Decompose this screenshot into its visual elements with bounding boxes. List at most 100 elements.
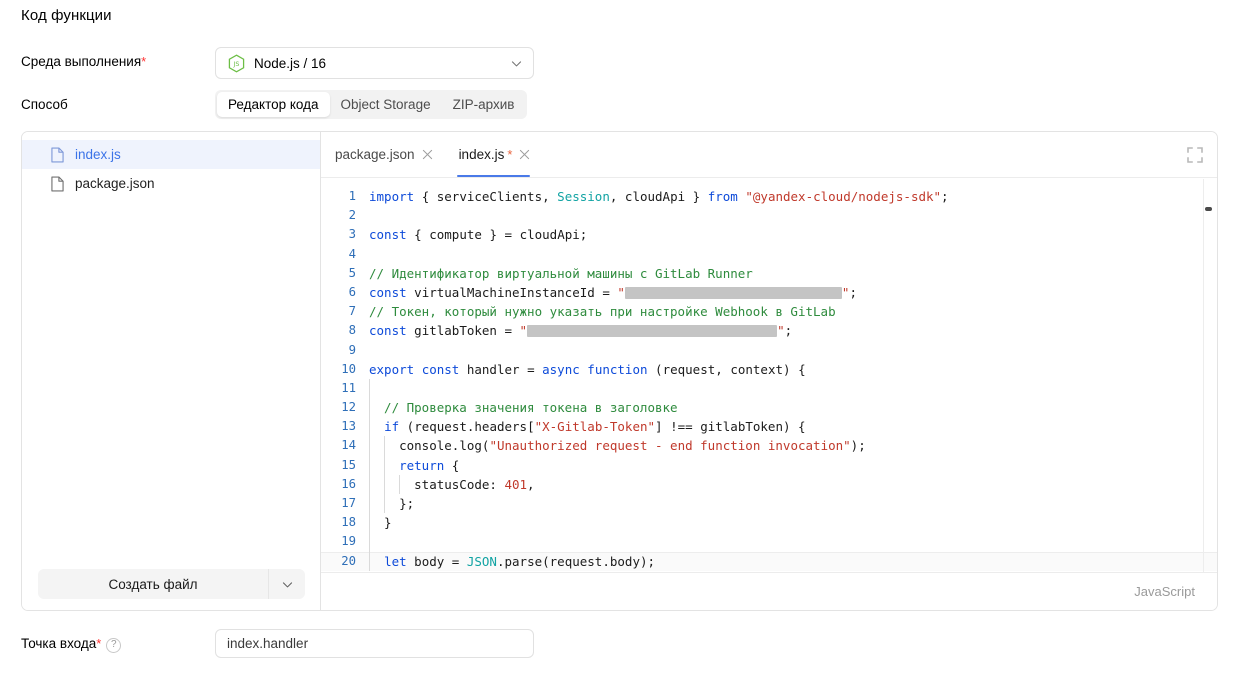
method-label: Способ — [21, 97, 68, 112]
required-marker: * — [96, 636, 101, 651]
code-line: 11 — [321, 379, 1217, 398]
code-token: = — [595, 285, 618, 300]
line-number: 15 — [321, 456, 369, 475]
code-line-content: export const handler = async function (r… — [369, 360, 1217, 379]
code-text-area[interactable]: 1import { serviceClients, Session, cloud… — [321, 178, 1217, 572]
code-token: Session — [557, 189, 610, 204]
code-line: 3const { compute } = cloudApi; — [321, 225, 1217, 244]
line-number: 11 — [321, 379, 369, 398]
code-token: = — [497, 227, 520, 242]
code-token: " — [520, 323, 528, 338]
vertical-scrollbar[interactable] — [1204, 179, 1213, 572]
code-token: = — [444, 554, 467, 569]
line-number: 1 — [321, 187, 369, 206]
code-line-content — [369, 532, 1217, 551]
indent-guide — [369, 417, 370, 436]
line-number: 12 — [321, 398, 369, 417]
code-token: request — [663, 362, 716, 377]
code-token: const — [369, 323, 407, 338]
code-token: let — [384, 554, 407, 569]
nodejs-logo-icon: JS — [228, 54, 245, 73]
file-item-index-js[interactable]: index.js — [22, 140, 320, 169]
code-token: export — [369, 362, 414, 377]
line-number: 5 — [321, 264, 369, 283]
code-token: body — [414, 554, 444, 569]
tab-package-json[interactable]: package.json — [321, 132, 445, 177]
line-number: 7 — [321, 302, 369, 321]
runtime-label: Среда выполнения* — [21, 54, 146, 69]
code-token: import — [369, 189, 414, 204]
entry-point-label: Точка входа*? — [21, 636, 121, 653]
file-item-package-json[interactable]: package.json — [22, 169, 320, 198]
indent-guide — [369, 456, 370, 475]
expand-fullscreen-icon[interactable] — [1187, 147, 1203, 163]
code-token — [369, 419, 384, 434]
line-number: 10 — [321, 360, 369, 379]
indent-guide — [369, 552, 370, 571]
code-line: 16 statusCode: 401, — [321, 475, 1217, 494]
scrollbar-thumb[interactable] — [1205, 207, 1212, 211]
code-token: console — [399, 438, 452, 453]
indent-guide — [369, 513, 370, 532]
line-number: 14 — [321, 436, 369, 455]
code-line-content: return { — [369, 456, 1217, 475]
code-token: } — [489, 227, 497, 242]
code-line-content: const virtualMachineInstanceId = ""; — [369, 283, 1217, 302]
code-token: handler — [467, 362, 520, 377]
method-option-zip-archive[interactable]: ZIP-архив — [442, 92, 526, 117]
method-option-object-storage[interactable]: Object Storage — [330, 92, 442, 117]
close-icon[interactable] — [422, 149, 433, 160]
line-number: 3 — [321, 225, 369, 244]
code-token: request — [550, 554, 603, 569]
method-option-code-editor[interactable]: Редактор кода — [217, 92, 330, 117]
code-token: virtualMachineInstanceId — [414, 285, 595, 300]
code-token: compute — [429, 227, 482, 242]
entry-point-input[interactable]: index.handler — [215, 629, 534, 658]
code-line-content: const { compute } = cloudApi; — [369, 225, 1217, 244]
tab-label: package.json — [335, 147, 415, 162]
code-token: return — [399, 458, 444, 473]
runtime-select[interactable]: JS Node.js / 16 — [215, 47, 534, 79]
code-token: // Токен, который нужно указать при наст… — [369, 304, 836, 319]
tab-index-js[interactable]: index.js * — [445, 132, 543, 177]
method-segmented-control: Редактор кода Object Storage ZIP-архив — [215, 90, 527, 119]
indent-guide — [384, 494, 385, 513]
code-token: { — [452, 458, 460, 473]
create-file-dropdown-button[interactable] — [268, 569, 305, 599]
code-line: 9 — [321, 341, 1217, 360]
file-item-label: index.js — [75, 147, 121, 162]
code-line-content: }; — [369, 494, 1217, 513]
line-number: 4 — [321, 245, 369, 264]
code-token: statusCode: — [369, 477, 504, 492]
create-file-button[interactable]: Создать файл — [38, 569, 268, 599]
tab-modified-indicator: * — [507, 147, 512, 162]
question-mark-icon[interactable]: ? — [106, 638, 121, 653]
code-line: 7// Токен, который нужно указать при нас… — [321, 302, 1217, 321]
line-number: 13 — [321, 417, 369, 436]
code-token — [369, 554, 384, 569]
create-file-split-button: Создать файл — [38, 569, 305, 599]
runtime-value: Node.js / 16 — [254, 56, 510, 71]
code-token — [414, 189, 422, 204]
code-line: 14 console.log("Unauthorized request - e… — [321, 436, 1217, 455]
code-line: 15 return { — [321, 456, 1217, 475]
redacted-value — [625, 287, 842, 299]
code-token: ) — [783, 362, 798, 377]
code-token: gitlabToken — [414, 323, 497, 338]
indent-guide — [384, 475, 385, 494]
code-line: 10export const handler = async function … — [321, 360, 1217, 379]
code-token: cloudApi — [625, 189, 685, 204]
code-token: ; — [941, 189, 949, 204]
code-token — [685, 189, 693, 204]
indent-guide — [399, 475, 400, 494]
file-sidebar: index.js package.json Создать файл — [22, 132, 321, 610]
code-token: ( — [648, 362, 663, 377]
line-number: 6 — [321, 283, 369, 302]
code-line-content: console.log("Unauthorized request - end … — [369, 436, 1217, 455]
close-icon[interactable] — [519, 149, 530, 160]
code-token: function — [587, 362, 647, 377]
code-token: .headers[ — [467, 419, 535, 434]
file-list: index.js package.json — [22, 132, 320, 198]
line-number: 17 — [321, 494, 369, 513]
code-token: ); — [851, 438, 866, 453]
